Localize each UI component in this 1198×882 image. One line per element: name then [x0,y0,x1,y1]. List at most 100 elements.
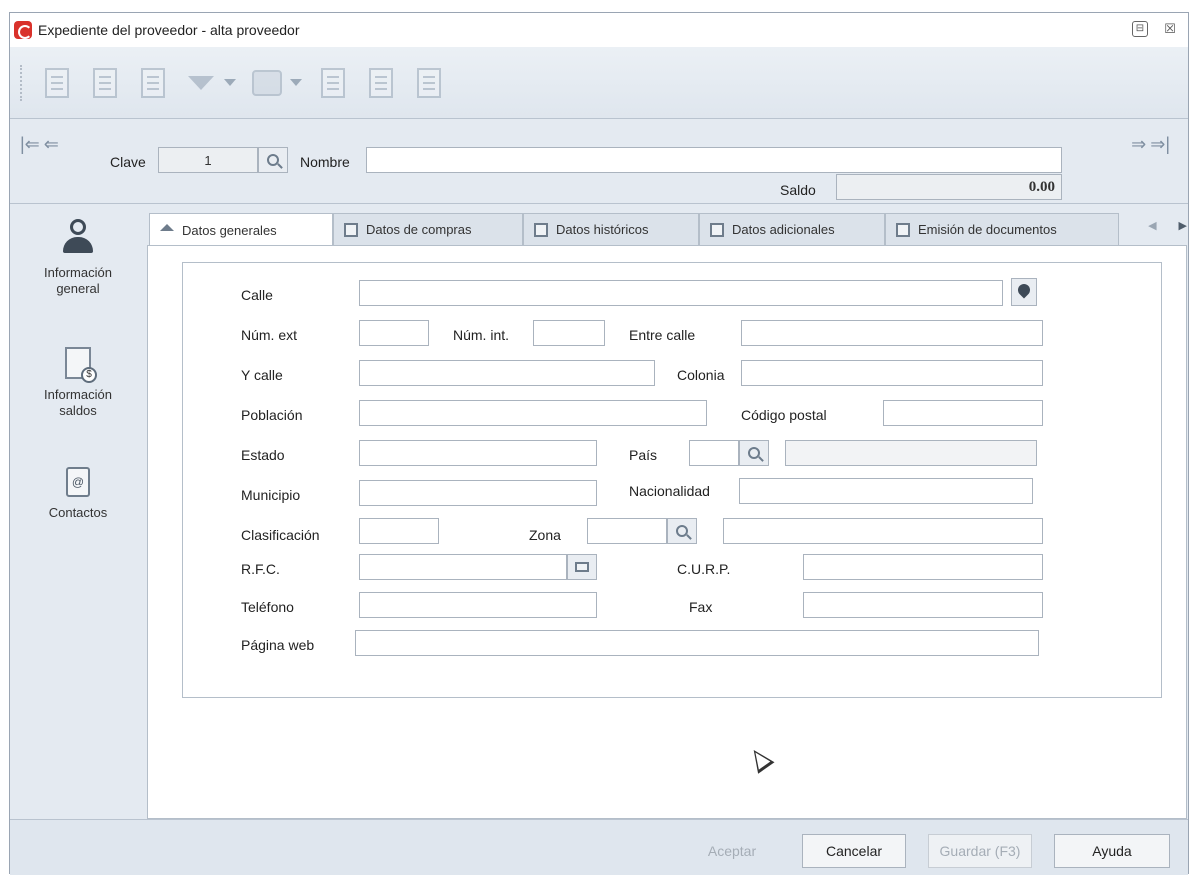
map-location-button[interactable] [1011,278,1037,306]
tab-label: Datos históricos [556,222,649,237]
y-calle-input[interactable] [359,360,655,386]
sidebar-item-informacion-general[interactable]: Información general [10,219,146,297]
estado-input[interactable] [359,440,597,466]
app-logo-icon [14,21,32,39]
documents-icon [896,222,910,237]
entre-calle-input[interactable] [741,320,1043,346]
telefono-label: Teléfono [241,599,294,615]
previous-record-icon[interactable]: ⇐ [44,134,59,155]
filter-icon [188,75,214,90]
rfc-label: R.F.C. [241,561,280,577]
tab-label: Emisión de documentos [918,222,1057,237]
sidebar-item-label: Información saldos [44,387,112,418]
sidebar-item-informacion-saldos[interactable]: $ Información saldos [10,347,146,419]
database-button[interactable] [412,64,446,102]
tab-datos-historicos[interactable]: Datos históricos [523,213,699,245]
purchases-icon [344,222,358,237]
tab-emision-de-documentos[interactable]: Emisión de documentos [885,213,1119,245]
curp-label: C.U.R.P. [677,561,731,577]
network-button[interactable] [250,64,284,102]
fax-input[interactable] [803,592,1043,618]
sidebar: Información general $ Información saldos… [10,205,146,819]
window-controls: ⊟ ☒ [1132,21,1178,37]
colonia-label: Colonia [677,367,725,383]
nombre-label: Nombre [300,154,350,170]
nacionalidad-input[interactable] [739,478,1033,504]
num-ext-input[interactable] [359,320,429,346]
tab-label: Datos de compras [366,222,472,237]
last-record-icon[interactable]: ⇒| [1150,134,1170,155]
nacionalidad-label: Nacionalidad [629,483,710,499]
clave-input[interactable] [158,147,258,173]
first-record-icon[interactable]: |⇐ [20,134,40,155]
new-document-button[interactable] [40,64,74,102]
pais-label: País [629,447,658,463]
clave-label: Clave [110,154,146,170]
codigo-postal-input[interactable] [883,400,1043,426]
sidebar-item-label: Información general [44,265,112,296]
tab-datos-generales[interactable]: Datos generales [149,213,333,246]
calle-label: Calle [241,287,273,303]
minimize-icon[interactable]: ⊟ [1132,21,1148,37]
zona-description-input[interactable] [723,518,1043,544]
next-record-icon[interactable]: ⇒ [1131,134,1146,155]
rfc-card-button[interactable] [567,554,597,580]
address-form: Calle Núm. ext Núm. int. Entre calle Y c… [182,262,1162,698]
aceptar-button[interactable]: Aceptar [680,834,784,868]
clasificacion-label: Clasificación [241,527,320,543]
sidebar-item-contactos[interactable]: @ Contactos [10,467,146,521]
clave-lookup-button[interactable] [258,147,288,173]
municipio-input[interactable] [359,480,597,506]
copy-document-button[interactable] [88,64,122,102]
tab-scroll-left-icon[interactable]: ◀ [1148,219,1156,232]
clipboard-button[interactable] [364,64,398,102]
filter-dropdown-icon[interactable] [224,79,236,86]
list-document-button[interactable] [136,64,170,102]
telefono-input[interactable] [359,592,597,618]
y-calle-label: Y calle [241,367,283,383]
toolbar-grip[interactable] [20,64,24,101]
guardar-button[interactable]: Guardar (F3) [928,834,1032,868]
calle-input[interactable] [359,280,1003,306]
search-icon [748,447,760,459]
tab-scroll-buttons: ◀ ▶ [1148,219,1187,232]
curp-input[interactable] [803,554,1043,580]
database-icon [417,67,441,98]
poblacion-input[interactable] [359,400,707,426]
network-dropdown-icon[interactable] [290,79,302,86]
rfc-input[interactable] [359,554,567,580]
contact-card-icon: @ [66,467,90,497]
colonia-input[interactable] [741,360,1043,386]
nav-right-group: ⇒ ⇒| [1131,134,1170,155]
num-ext-label: Núm. ext [241,327,298,343]
pais-lookup-button[interactable] [739,440,769,466]
report-icon [321,67,345,98]
tab-datos-de-compras[interactable]: Datos de compras [333,213,523,245]
close-icon[interactable]: ☒ [1162,21,1178,37]
tab-scroll-right-icon[interactable]: ▶ [1179,219,1187,232]
pagina-web-input[interactable] [355,630,1039,656]
saldo-label: Saldo [780,182,816,198]
cancelar-button[interactable]: Cancelar [802,834,906,868]
filter-button[interactable] [184,64,218,102]
fax-label: Fax [689,599,713,615]
balance-document-icon: $ [65,347,97,383]
num-int-label: Núm. int. [453,327,510,343]
history-icon [534,222,548,237]
zona-lookup-button[interactable] [667,518,697,544]
network-icon [252,69,282,96]
nombre-input[interactable] [366,147,1062,173]
tab-datos-adicionales[interactable]: Datos adicionales [699,213,885,245]
search-icon [267,154,279,166]
zona-input[interactable] [587,518,667,544]
title-bar: Expediente del proveedor - alta proveedo… [10,13,1188,47]
pais-description-field [785,440,1037,466]
clasificacion-input[interactable] [359,518,439,544]
new-document-icon [45,67,69,98]
report-button[interactable] [316,64,350,102]
pais-input[interactable] [689,440,739,466]
num-int-input[interactable] [533,320,605,346]
saldo-value: 0.00 [836,174,1062,200]
codigo-postal-label: Código postal [741,407,827,423]
ayuda-button[interactable]: Ayuda [1054,834,1170,868]
